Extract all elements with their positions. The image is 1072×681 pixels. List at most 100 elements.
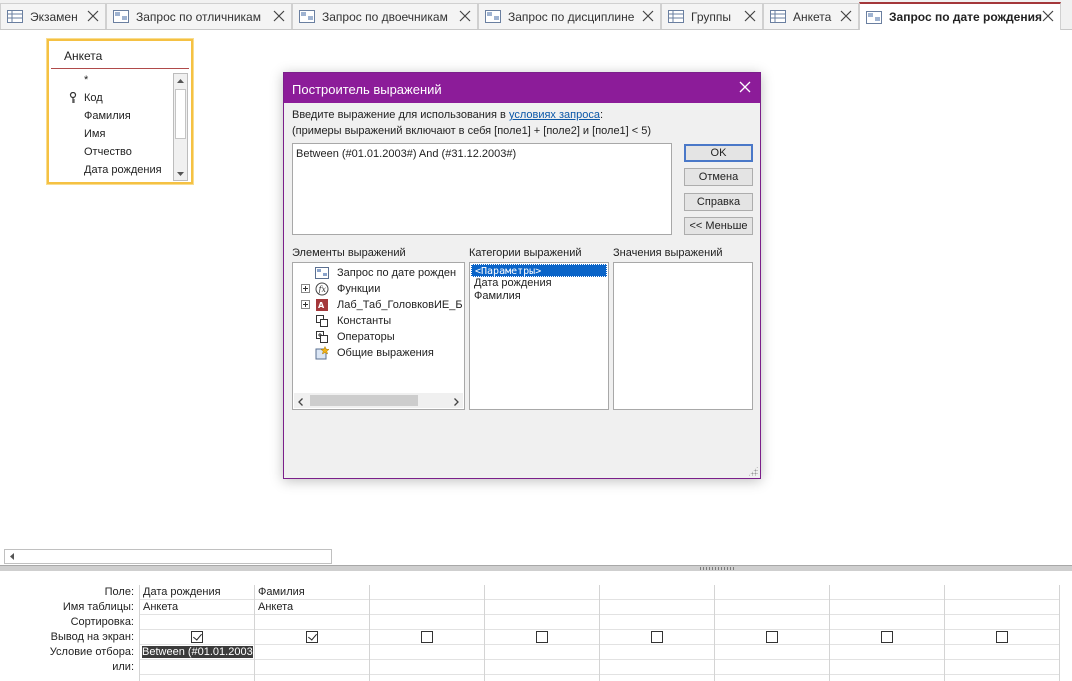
show-checkbox[interactable] xyxy=(766,631,778,643)
field-cell[interactable]: Дата рождения xyxy=(140,585,255,600)
field-cell[interactable] xyxy=(600,585,715,600)
table-cell[interactable] xyxy=(715,600,830,615)
field-cell[interactable] xyxy=(485,585,600,600)
field-item[interactable]: Имя xyxy=(49,125,173,143)
criteria-cell[interactable]: Between (#01.01.2003 xyxy=(140,645,255,660)
or-cell[interactable] xyxy=(715,660,830,675)
category-item[interactable]: <Параметры> xyxy=(471,264,607,277)
scroll-thumb[interactable] xyxy=(310,395,418,406)
query-criteria-link[interactable]: условиях запроса xyxy=(509,109,600,121)
show-checkbox[interactable] xyxy=(881,631,893,643)
table-field-list[interactable]: Анкета * Код Фамилия Имя Отчество Дата р… xyxy=(47,39,193,184)
sort-cell[interactable] xyxy=(715,615,830,630)
field-cell[interactable] xyxy=(370,585,485,600)
resize-grip[interactable] xyxy=(748,466,758,476)
show-checkbox[interactable] xyxy=(306,631,318,643)
sort-cell[interactable] xyxy=(945,615,1060,630)
criteria-cell[interactable] xyxy=(485,645,600,660)
criteria-cell[interactable] xyxy=(715,645,830,660)
close-icon[interactable] xyxy=(272,9,286,23)
table-cell[interactable] xyxy=(600,600,715,615)
field-item[interactable]: Дата рождения xyxy=(49,161,173,179)
or-cell[interactable] xyxy=(600,660,715,675)
close-icon[interactable] xyxy=(458,9,472,23)
tree-item-constants[interactable]: Константы xyxy=(293,313,463,329)
tab-exam[interactable]: Экзамен xyxy=(0,3,106,29)
criteria-cell[interactable] xyxy=(255,645,370,660)
field-cell[interactable]: Фамилия xyxy=(255,585,370,600)
scroll-up-icon[interactable] xyxy=(174,74,187,87)
show-cell[interactable] xyxy=(140,630,255,645)
field-item[interactable]: Код xyxy=(49,89,173,107)
tab-query-discipline[interactable]: Запрос по дисциплине xyxy=(478,3,661,29)
or-cell[interactable] xyxy=(945,660,1060,675)
table-cell[interactable] xyxy=(485,600,600,615)
table-cell[interactable]: Анкета xyxy=(140,600,255,615)
show-cell[interactable] xyxy=(715,630,830,645)
scroll-down-icon[interactable] xyxy=(174,167,187,180)
sort-cell[interactable] xyxy=(485,615,600,630)
tree-horizontal-scrollbar[interactable] xyxy=(294,393,463,408)
tab-query-failing[interactable]: Запрос по двоечникам xyxy=(292,3,478,29)
expression-elements-tree[interactable]: Запрос по дате рожден fx Функции A Лаб_Т… xyxy=(292,262,465,410)
tree-item-database[interactable]: A Лаб_Таб_ГоловковИЕ_Б xyxy=(293,297,463,313)
show-checkbox[interactable] xyxy=(191,631,203,643)
sort-cell[interactable] xyxy=(830,615,945,630)
show-cell[interactable] xyxy=(945,630,1060,645)
tab-groups[interactable]: Группы xyxy=(661,3,763,29)
field-list-scrollbar[interactable] xyxy=(173,73,188,181)
expression-categories-list[interactable]: <Параметры> Дата рождения Фамилия xyxy=(469,262,609,410)
table-cell[interactable] xyxy=(830,600,945,615)
criteria-cell[interactable] xyxy=(945,645,1060,660)
design-horizontal-scrollbar[interactable] xyxy=(4,549,332,564)
expand-icon[interactable] xyxy=(301,300,311,310)
show-cell[interactable] xyxy=(485,630,600,645)
show-cell[interactable] xyxy=(600,630,715,645)
show-cell[interactable] xyxy=(255,630,370,645)
show-checkbox[interactable] xyxy=(536,631,548,643)
show-checkbox[interactable] xyxy=(996,631,1008,643)
table-cell[interactable] xyxy=(370,600,485,615)
field-cell[interactable] xyxy=(715,585,830,600)
tab-query-excellent[interactable]: Запрос по отличникам xyxy=(106,3,292,29)
table-cell[interactable] xyxy=(945,600,1060,615)
scroll-left-icon[interactable] xyxy=(5,550,18,563)
help-button[interactable]: Справка xyxy=(684,193,753,211)
sort-cell[interactable] xyxy=(140,615,255,630)
close-icon[interactable] xyxy=(738,80,752,94)
table-cell[interactable]: Анкета xyxy=(255,600,370,615)
splitter-grip[interactable] xyxy=(700,567,736,570)
show-checkbox[interactable] xyxy=(651,631,663,643)
or-cell[interactable] xyxy=(830,660,945,675)
scroll-left-icon[interactable] xyxy=(298,397,303,409)
close-icon[interactable] xyxy=(839,9,853,23)
tab-query-birthdate[interactable]: Запрос по дате рождения xyxy=(859,2,1061,30)
sort-cell[interactable] xyxy=(255,615,370,630)
dialog-title-bar[interactable]: Построитель выражений xyxy=(284,73,760,103)
expression-input[interactable]: Between (#01.01.2003#) And (#31.12.2003#… xyxy=(292,143,672,235)
ok-button[interactable]: OK xyxy=(684,144,753,162)
field-cell[interactable] xyxy=(945,585,1060,600)
sort-cell[interactable] xyxy=(370,615,485,630)
show-cell[interactable] xyxy=(370,630,485,645)
expand-icon[interactable] xyxy=(301,284,311,294)
scroll-right-icon[interactable] xyxy=(454,397,459,409)
or-cell[interactable] xyxy=(485,660,600,675)
category-item[interactable]: Фамилия xyxy=(471,290,607,303)
close-icon[interactable] xyxy=(641,9,655,23)
field-item[interactable]: * xyxy=(49,71,173,89)
or-cell[interactable] xyxy=(255,660,370,675)
show-cell[interactable] xyxy=(830,630,945,645)
tree-item-functions[interactable]: fx Функции xyxy=(293,281,463,297)
criteria-cell[interactable] xyxy=(830,645,945,660)
field-item[interactable]: Фамилия xyxy=(49,107,173,125)
field-cell[interactable] xyxy=(830,585,945,600)
scroll-thumb[interactable] xyxy=(175,89,186,139)
field-item[interactable]: Отчество xyxy=(49,143,173,161)
tab-survey[interactable]: Анкета xyxy=(763,3,859,29)
or-cell[interactable] xyxy=(370,660,485,675)
tree-item-current-query[interactable]: Запрос по дате рожден xyxy=(293,265,463,281)
less-button[interactable]: << Меньше xyxy=(684,217,753,235)
show-checkbox[interactable] xyxy=(421,631,433,643)
sort-cell[interactable] xyxy=(600,615,715,630)
